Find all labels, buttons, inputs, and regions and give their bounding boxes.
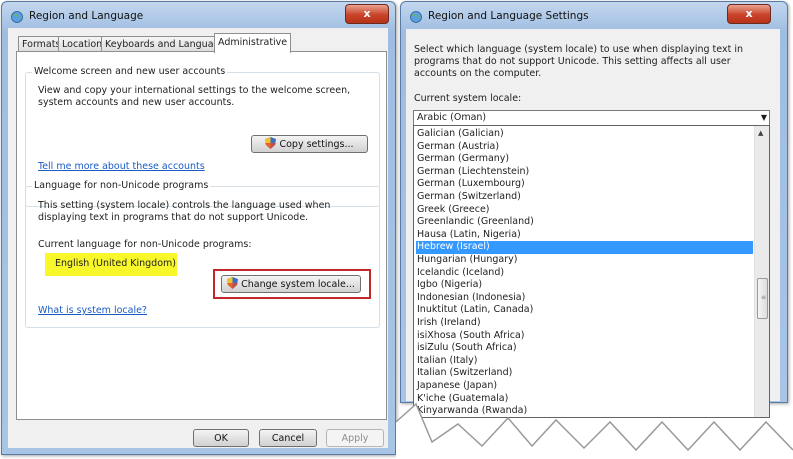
accounts-info-link[interactable]: Tell me more about these accounts	[38, 161, 205, 172]
locale-option[interactable]: Inuktitut (Latin, Canada)	[416, 304, 753, 317]
scrollbar-thumb[interactable]: ≡	[757, 278, 768, 319]
tab-administrative[interactable]: Administrative	[214, 33, 292, 53]
close-button[interactable]: x	[345, 4, 389, 24]
system-locale-combobox[interactable]: Arabic (Oman) ▼	[413, 110, 770, 126]
tab-location[interactable]: Location	[58, 36, 107, 52]
copy-settings-button[interactable]: Copy settings...	[251, 135, 368, 153]
current-language-label: Current language for non-Unicode program…	[38, 239, 252, 250]
scroll-up-arrow-icon[interactable]: ▲	[758, 129, 763, 137]
welcome-group-description: View and copy your international setting…	[38, 85, 351, 108]
non-unicode-group-title: Language for non-Unicode programs	[32, 180, 211, 191]
ok-button[interactable]: OK	[193, 429, 249, 447]
apply-button[interactable]: Apply	[326, 429, 384, 447]
current-system-locale-label: Current system locale:	[414, 93, 522, 104]
grip-icon: ≡	[761, 294, 767, 301]
locale-option[interactable]: German (Austria)	[416, 141, 753, 154]
locale-option[interactable]: Italian (Italy)	[416, 355, 753, 368]
locale-option[interactable]: German (Switzerland)	[416, 191, 753, 204]
locale-option[interactable]: Igbo (Nigeria)	[416, 279, 753, 292]
non-unicode-description: This setting (system locale) controls th…	[38, 200, 331, 223]
locale-option[interactable]: Japanese (Japan)	[416, 380, 753, 393]
locale-option[interactable]: German (Luxembourg)	[416, 178, 753, 191]
administrative-panel: Welcome screen and new user accounts Vie…	[16, 51, 387, 420]
locale-option[interactable]: Hebrew (Israel)	[416, 241, 753, 254]
shield-icon	[265, 137, 277, 149]
change-system-locale-button[interactable]: Change system locale...	[221, 275, 361, 293]
locale-option[interactable]: Icelandic (Iceland)	[416, 267, 753, 280]
locale-option[interactable]: Indonesian (Indonesia)	[416, 292, 753, 305]
settings-close-button[interactable]: x	[727, 4, 771, 24]
current-language-value: English (United Kingdom)	[55, 258, 176, 269]
dropdown-scrollbar[interactable]: ▲ ≡	[754, 126, 769, 417]
locale-option[interactable]: Greek (Greece)	[416, 204, 753, 217]
title-bar[interactable]: Region and Language x	[2, 2, 395, 30]
change-system-locale-label: Change system locale...	[241, 279, 355, 290]
locale-option[interactable]: German (Liechtenstein)	[416, 166, 753, 179]
window-title: Region and Language	[29, 10, 144, 22]
welcome-group-title: Welcome screen and new user accounts	[32, 66, 228, 77]
torn-edge	[396, 402, 793, 459]
shield-icon	[227, 277, 239, 289]
locale-option[interactable]: isiZulu (South Africa)	[416, 342, 753, 355]
locale-option[interactable]: German (Germany)	[416, 153, 753, 166]
system-locale-info-link[interactable]: What is system locale?	[38, 305, 147, 316]
locale-option[interactable]: Galician (Galician)	[416, 128, 753, 141]
locale-option[interactable]: Hausa (Latin, Nigeria)	[416, 229, 753, 242]
copy-settings-label: Copy settings...	[279, 139, 354, 150]
settings-description: Select which language (system locale) to…	[414, 44, 743, 79]
globe-icon	[11, 11, 23, 23]
locale-option[interactable]: Hungarian (Hungary)	[416, 254, 753, 267]
non-unicode-group: Language for non-Unicode programs This s…	[25, 180, 380, 328]
settings-title-bar[interactable]: Region and Language Settings x	[401, 2, 787, 30]
locale-option[interactable]: Italian (Switzerland)	[416, 367, 753, 380]
cancel-button[interactable]: Cancel	[259, 429, 317, 447]
locale-dropdown-list[interactable]: Galician (Galician) German (Austria) Germa…	[413, 125, 770, 418]
chevron-down-icon[interactable]: ▼	[761, 111, 767, 125]
combo-value: Arabic (Oman)	[417, 112, 487, 123]
locale-option[interactable]: Greenlandic (Greenland)	[416, 216, 753, 229]
globe-icon	[410, 11, 422, 23]
locale-option[interactable]: isiXhosa (South Africa)	[416, 330, 753, 343]
settings-window-title: Region and Language Settings	[428, 10, 589, 22]
locale-option[interactable]: Irish (Ireland)	[416, 317, 753, 330]
